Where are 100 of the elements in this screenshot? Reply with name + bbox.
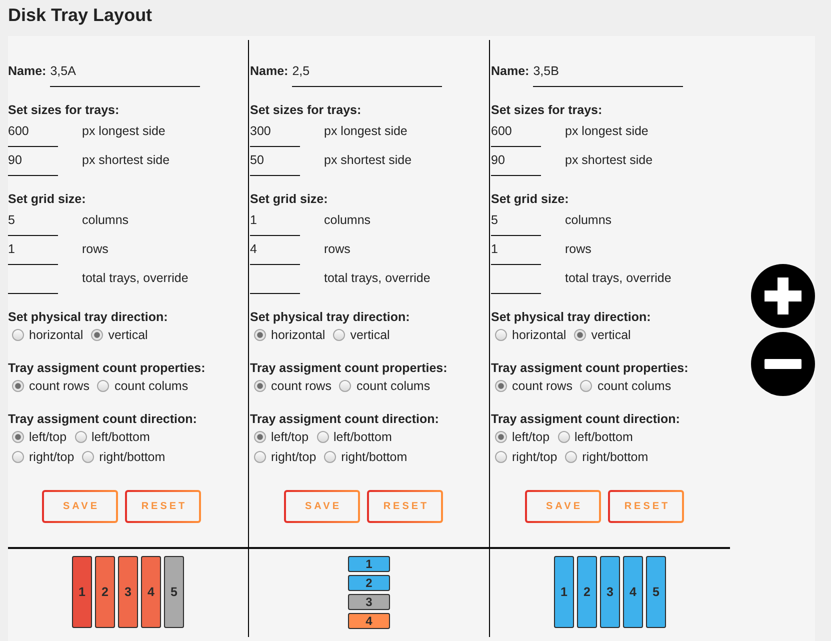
- option-label[interactable]: vertical: [108, 327, 148, 343]
- option-label[interactable]: left/bottom: [574, 429, 633, 445]
- radio-button[interactable]: [324, 451, 336, 463]
- option-label[interactable]: right/bottom: [99, 449, 166, 465]
- option-label[interactable]: horizontal: [29, 327, 84, 343]
- section-heading: Tray assigment count properties:: [250, 360, 448, 376]
- section-heading: Set physical tray direction:: [8, 309, 168, 325]
- field-label: px shortest side: [565, 152, 653, 168]
- tray: 5: [164, 556, 184, 628]
- field-label: px shortest side: [324, 152, 412, 168]
- option-label[interactable]: left/top: [271, 429, 309, 445]
- option-label[interactable]: horizontal: [512, 327, 566, 343]
- section-heading: Tray assigment count properties:: [8, 360, 206, 376]
- size-field[interactable]: 90: [491, 147, 541, 176]
- field-label: total trays, override: [565, 270, 672, 286]
- tray: 1: [554, 556, 574, 628]
- option-label[interactable]: left/bottom: [92, 429, 150, 445]
- name-field[interactable]: 2,5: [292, 63, 442, 87]
- field-label: px longest side: [82, 123, 166, 139]
- field-label: columns: [324, 212, 371, 228]
- radio-button[interactable]: [12, 329, 24, 341]
- field-label: px longest side: [565, 123, 648, 139]
- grid-field[interactable]: 1: [250, 207, 300, 236]
- tray: 5: [646, 556, 666, 628]
- remove-button[interactable]: [751, 332, 815, 396]
- tray: 3: [600, 556, 620, 628]
- radio-button[interactable]: [12, 380, 24, 392]
- radio-button[interactable]: [12, 431, 24, 443]
- field-label: Name:: [250, 63, 288, 79]
- radio-button[interactable]: [254, 431, 266, 443]
- tray: 4: [623, 556, 643, 628]
- radio-button[interactable]: [91, 329, 104, 341]
- option-label[interactable]: left/bottom: [334, 429, 392, 445]
- option-label[interactable]: count colums: [356, 378, 430, 394]
- option-label[interactable]: left/top: [29, 429, 67, 445]
- grid-field[interactable]: 4: [250, 236, 300, 265]
- radio-button[interactable]: [558, 431, 570, 443]
- radio-button[interactable]: [12, 451, 24, 463]
- tray: 2: [348, 575, 390, 591]
- field-label: total trays, override: [82, 270, 188, 286]
- option-label[interactable]: count rows: [29, 378, 90, 394]
- radio-button[interactable]: [254, 380, 266, 392]
- section-heading: Tray assigment count direction:: [491, 411, 680, 427]
- option-label[interactable]: left/top: [512, 429, 550, 445]
- section-heading: Set physical tray direction:: [250, 309, 410, 325]
- radio-button[interactable]: [495, 451, 507, 463]
- radio-button[interactable]: [580, 380, 592, 392]
- size-field[interactable]: 600: [8, 118, 58, 147]
- option-label[interactable]: count rows: [271, 378, 332, 394]
- option-label[interactable]: right/bottom: [341, 449, 408, 465]
- option-label[interactable]: horizontal: [271, 327, 326, 343]
- grid-field[interactable]: 5: [8, 207, 58, 236]
- radio-button[interactable]: [495, 380, 507, 392]
- radio-button[interactable]: [333, 329, 346, 341]
- option-label[interactable]: vertical: [350, 327, 390, 343]
- field-label: rows: [82, 241, 108, 257]
- field-label: rows: [324, 241, 350, 257]
- radio-button[interactable]: [495, 329, 507, 341]
- radio-button[interactable]: [254, 329, 266, 341]
- option-label[interactable]: count colums: [597, 378, 672, 394]
- option-label[interactable]: count colums: [114, 378, 188, 394]
- tray: 1: [72, 556, 92, 628]
- field-label: total trays, override: [324, 270, 430, 286]
- option-label[interactable]: right/bottom: [582, 449, 648, 465]
- radio-button[interactable]: [495, 431, 507, 443]
- name-field[interactable]: 3,5B: [533, 63, 684, 87]
- name-field[interactable]: 3,5A: [50, 63, 200, 87]
- option-label[interactable]: vertical: [591, 327, 631, 343]
- radio-button[interactable]: [339, 380, 352, 392]
- option-label[interactable]: right/top: [271, 449, 316, 465]
- size-field[interactable]: 90: [8, 147, 58, 176]
- size-field[interactable]: 600: [491, 118, 541, 147]
- grid-field[interactable]: 1: [491, 236, 541, 265]
- option-label[interactable]: right/top: [512, 449, 558, 465]
- field-label: px longest side: [324, 123, 408, 139]
- field-label: Name:: [491, 63, 530, 79]
- radio-button[interactable]: [316, 431, 329, 443]
- grid-field[interactable]: 1: [8, 236, 58, 265]
- option-label[interactable]: right/top: [29, 449, 74, 465]
- add-button[interactable]: [751, 264, 815, 328]
- section-heading: Set grid size:: [8, 191, 86, 207]
- tray: 3: [118, 556, 138, 628]
- field-label: Name:: [8, 63, 46, 79]
- grid-field[interactable]: 5: [491, 207, 541, 236]
- section-heading: Set grid size:: [491, 191, 569, 207]
- radio-button[interactable]: [74, 431, 87, 443]
- radio-button[interactable]: [97, 380, 110, 392]
- radio-button[interactable]: [565, 451, 578, 463]
- field-label: columns: [82, 212, 129, 228]
- size-field[interactable]: 300: [250, 118, 300, 147]
- section-heading: Set sizes for trays:: [250, 102, 362, 118]
- section-heading: Tray assigment count direction:: [8, 411, 197, 427]
- radio-button[interactable]: [254, 451, 266, 463]
- section-heading: Set sizes for trays:: [8, 102, 120, 118]
- radio-button[interactable]: [574, 329, 586, 341]
- option-label[interactable]: count rows: [512, 378, 572, 394]
- radio-button[interactable]: [82, 451, 94, 463]
- size-field[interactable]: 50: [250, 147, 300, 176]
- tray: 1: [348, 556, 390, 572]
- section-heading: Set grid size:: [250, 191, 328, 207]
